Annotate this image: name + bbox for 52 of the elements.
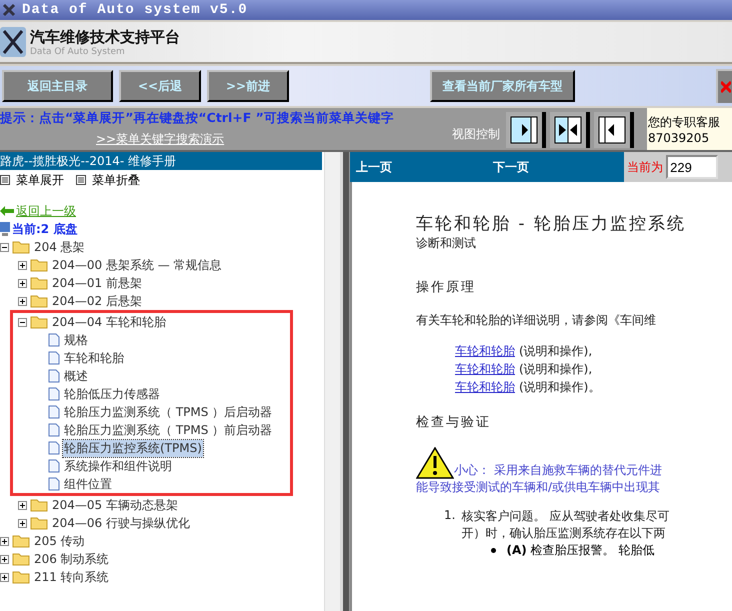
caution-text: 能导致接受测试的车辆和/或供电车辆中出现其	[416, 479, 660, 496]
tree-item[interactable]: 204—04 车轮和轮胎	[51, 314, 167, 330]
tree-item[interactable]: 规格	[63, 332, 89, 348]
document-subtitle: 诊断和测试	[416, 235, 477, 252]
tree-item[interactable]: 204—05 车辆动态悬架	[51, 496, 179, 514]
tree-item[interactable]: 轮胎压力监测系统（ TPMS ）后启动器	[63, 404, 274, 420]
reference-link[interactable]: 车轮和轮胎	[455, 379, 515, 397]
caution-text: 小心： 采用来自施救车辆的替代元件进	[454, 462, 662, 479]
menu-action[interactable]: 菜单展开	[0, 172, 64, 188]
reference-link[interactable]: 车轮和轮胎	[455, 361, 515, 379]
tree-item[interactable]: 211 转向系统	[33, 568, 110, 586]
tree-item[interactable]: 204—00 悬架系统 — 常规信息	[51, 256, 223, 274]
support-phone: 87039205	[648, 131, 710, 145]
tree-item[interactable]: 概述	[63, 368, 89, 384]
step-text: 开）时，确认胎压监测系统存在以下两	[461, 525, 666, 542]
page-input[interactable]: 229	[666, 155, 718, 179]
step-text: 核实客户问题。 应从驾驶者处收集尽可	[461, 508, 670, 525]
prev-page-link[interactable]: 上一页	[350, 158, 488, 176]
tree-item[interactable]: 204—06 行驶与操纵优化	[51, 514, 191, 532]
view-control-label: 视图控制	[452, 126, 500, 142]
tree-item[interactable]: 车轮和轮胎	[63, 350, 125, 366]
reference-text: (说明和操作),	[519, 343, 592, 360]
tree-item[interactable]: 组件位置	[63, 476, 113, 492]
current-location: 当前:2 底盘	[12, 220, 78, 238]
window-title: Data of Auto system v5.0	[22, 2, 248, 18]
tree-item[interactable]: 轮胎压力监控系统(TPMS)	[63, 440, 203, 456]
bullet-text: (A) 检查胎压报警。 轮胎低	[506, 542, 654, 559]
next-page-link[interactable]: 下一页	[487, 158, 624, 176]
manual-title: 路虎--揽胜极光--2014- 维修手册	[0, 152, 322, 170]
app-subtitle: Data Of Auto System	[30, 46, 126, 56]
reference-text: (说明和操作),	[519, 361, 592, 378]
support-label: 您的专职客服	[648, 114, 721, 131]
menu-action[interactable]: 菜单折叠	[76, 172, 140, 188]
back-link[interactable]: 返回上一级	[0, 202, 76, 220]
section-heading: 检查与验证	[416, 414, 492, 431]
reference-text: (说明和操作)。	[519, 379, 600, 396]
section-heading: 操作原理	[416, 279, 477, 296]
hint-text: 提示：点击“菜单展开”再在键盘按“Ctrl+F ”可搜索当前菜单关键字	[0, 110, 394, 127]
step-number: 1.	[444, 508, 456, 524]
tree-item[interactable]: 轮胎低压力传感器	[63, 386, 161, 402]
tree-item[interactable]: 轮胎压力监测系统（ TPMS ）前启动器	[63, 422, 274, 438]
tree-item[interactable]: 204 悬架	[33, 238, 86, 256]
tree-item[interactable]: 204—01 前悬架	[51, 274, 143, 292]
paragraph: 有关车轮和轮胎的详细说明，请参阅《车间维	[416, 312, 657, 329]
tree-item[interactable]: 205 传动	[33, 532, 86, 550]
tree-item[interactable]: 206 制动系统	[33, 550, 110, 568]
tree-item[interactable]: 系统操作和组件说明	[63, 458, 173, 474]
app-title: 汽车维修技术支持平台	[30, 28, 180, 46]
tree-item[interactable]: 204—02 后悬架	[51, 292, 143, 310]
current-page-label: 当前为	[627, 158, 664, 176]
document-title: 车轮和轮胎 - 轮胎压力监控系统	[416, 213, 687, 235]
reference-link[interactable]: 车轮和轮胎	[455, 343, 515, 361]
